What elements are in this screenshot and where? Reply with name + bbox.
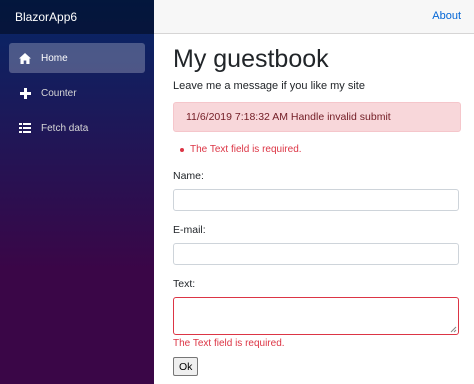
main-content: My guestbook Leave me a message if you l… [173,34,461,376]
sidebar-item-home[interactable]: Home [9,43,145,73]
brand-link[interactable]: BlazorApp6 [15,10,77,24]
sidebar-item-label: Home [41,52,68,64]
sidebar-item-fetch-data[interactable]: Fetch data [9,113,145,143]
about-link[interactable]: About [432,10,461,22]
validation-summary: The Text field is required. [173,143,461,157]
email-field[interactable] [173,243,459,265]
home-icon [18,51,32,65]
text-field[interactable] [173,297,459,335]
page-subtitle: Leave me a message if you like my site [173,80,365,92]
plus-icon [18,86,32,100]
sidebar-item-label: Fetch data [41,122,89,134]
sidebar: BlazorApp6 Home Counter Fetch data [0,0,154,384]
text-label: Text: [173,278,196,290]
name-field[interactable] [173,189,459,211]
validation-message: The Text field is required. [180,143,461,157]
text-field-error: The Text field is required. [173,338,285,349]
ok-button[interactable]: Ok [173,357,199,376]
top-row: About [154,0,474,34]
page-title: My guestbook [173,45,329,73]
nav-menu: Home Counter Fetch data [0,34,154,143]
list-icon [18,121,32,135]
resize-handle-icon[interactable] [450,326,457,333]
email-label: E-mail: [173,224,206,236]
alert-message: 11/6/2019 7:18:32 AM Handle invalid subm… [173,102,461,132]
sidebar-item-counter[interactable]: Counter [9,78,145,108]
brand-bar: BlazorApp6 [0,0,154,34]
sidebar-item-label: Counter [41,87,77,99]
name-label: Name: [173,170,204,182]
